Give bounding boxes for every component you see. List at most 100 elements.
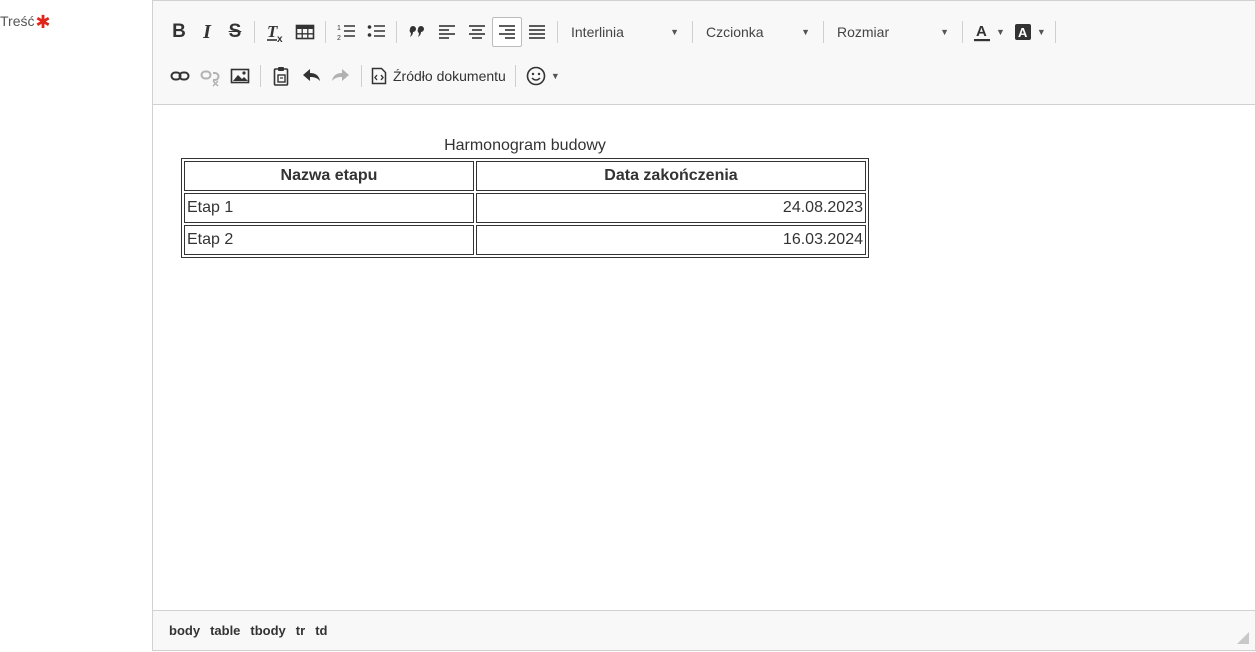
image-button[interactable] <box>225 61 255 91</box>
redo-icon <box>332 69 349 81</box>
table-icon <box>295 24 315 40</box>
strikethrough-icon: S <box>228 21 242 42</box>
line-height-label: Interlinia <box>571 24 624 40</box>
line-height-dropdown[interactable]: Interlinia ▼ <box>563 17 687 47</box>
data-table: Nazwa etapu Data zakończenia Etap 1 24.0… <box>181 158 869 258</box>
column-header[interactable]: Data zakończenia <box>476 161 866 191</box>
editor-content[interactable]: Harmonogram budowy Nazwa etapu Data zako… <box>153 106 1255 612</box>
field-label-text: Treść <box>0 13 35 29</box>
unlink-icon <box>200 70 220 87</box>
toolbar-separator <box>361 65 362 87</box>
bold-button[interactable]: B <box>165 17 193 47</box>
toolbar-separator <box>962 21 963 43</box>
align-left-icon <box>439 25 455 39</box>
svg-text:A: A <box>976 23 987 40</box>
align-right-icon <box>499 25 515 39</box>
font-label: Czcionka <box>706 24 764 40</box>
undo-button[interactable] <box>296 61 326 91</box>
source-button-label: Źródło dokumentu <box>393 68 506 84</box>
path-item-tbody[interactable]: tbody <box>250 623 285 638</box>
font-dropdown[interactable]: Czcionka ▼ <box>698 17 818 47</box>
image-icon <box>230 68 250 84</box>
toolbar-separator <box>325 21 326 43</box>
redo-button[interactable] <box>326 61 356 91</box>
align-center-button[interactable] <box>462 17 492 47</box>
element-path-bar: body table tbody tr td <box>153 610 1255 650</box>
source-button[interactable]: Źródło dokumentu <box>367 61 510 91</box>
remove-format-icon: T x <box>267 22 283 43</box>
remove-format-button[interactable]: T x <box>260 17 290 47</box>
italic-icon: I <box>203 20 211 43</box>
rich-text-editor: B I S T x 1 2 Interlinia ▼ Czcionka ▼ Ro… <box>152 0 1256 651</box>
align-left-button[interactable] <box>432 17 462 47</box>
source-code-icon <box>371 67 387 85</box>
toolbar-row-2: Źródło dokumentu ▼ <box>165 60 564 92</box>
table-row: Etap 2 16.03.2024 <box>184 225 866 255</box>
strikethrough-button[interactable]: S <box>221 17 249 47</box>
path-item-td[interactable]: td <box>315 623 327 638</box>
toolbar-separator <box>514 65 516 87</box>
justify-button[interactable] <box>522 17 552 47</box>
unlink-button[interactable] <box>195 61 225 91</box>
italic-button[interactable]: I <box>193 17 221 47</box>
justify-icon <box>529 25 545 39</box>
svg-text:x: x <box>277 34 283 43</box>
toolbar-separator <box>1054 21 1056 43</box>
schedule-table: Harmonogram budowy Nazwa etapu Data zako… <box>181 134 869 258</box>
path-item-tr[interactable]: tr <box>296 623 305 638</box>
link-icon <box>170 71 190 81</box>
background-color-icon: A <box>1014 24 1031 40</box>
table-cell[interactable]: 16.03.2024 <box>476 225 866 255</box>
table-header-row: Nazwa etapu Data zakończenia <box>184 161 866 191</box>
chevron-down-icon: ▼ <box>996 27 1005 37</box>
resize-handle-icon[interactable] <box>1237 632 1249 644</box>
text-color-button[interactable]: A ▼ <box>968 17 1009 47</box>
chevron-down-icon: ▼ <box>670 27 679 37</box>
required-mark: ✱ <box>35 12 51 32</box>
chevron-down-icon: ▼ <box>940 27 949 37</box>
table-button[interactable] <box>290 17 320 47</box>
toolbar-row-1: B I S T x 1 2 Interlinia ▼ Czcionka ▼ Ro… <box>165 16 1061 48</box>
paste-button[interactable] <box>266 61 296 91</box>
table-cell[interactable]: 24.08.2023 <box>476 193 866 223</box>
table-caption: Harmonogram budowy <box>444 137 606 154</box>
font-size-label: Rozmiar <box>837 24 890 40</box>
toolbar-separator <box>396 21 397 43</box>
table-cell[interactable]: Etap 2 <box>184 225 474 255</box>
chevron-down-icon: ▼ <box>801 27 810 37</box>
table-row: Etap 1 24.08.2023 <box>184 193 866 223</box>
path-item-table[interactable]: table <box>210 623 240 638</box>
svg-text:1: 1 <box>337 25 341 32</box>
bulleted-list-icon <box>367 25 385 37</box>
link-button[interactable] <box>165 61 195 91</box>
toolbar-separator <box>254 21 255 43</box>
toolbar-separator <box>692 21 693 43</box>
bulleted-list-button[interactable] <box>361 17 391 47</box>
chevron-down-icon: ▼ <box>1036 27 1046 37</box>
background-color-button[interactable]: A ▼ <box>1009 17 1050 47</box>
toolbar-separator <box>823 21 824 43</box>
font-size-dropdown[interactable]: Rozmiar ▼ <box>829 17 957 47</box>
align-center-icon <box>469 25 485 39</box>
numbered-list-button[interactable]: 1 2 <box>331 17 361 47</box>
toolbar-separator <box>557 21 558 43</box>
bold-icon: B <box>172 21 186 42</box>
undo-icon <box>303 69 320 81</box>
chevron-down-icon: ▼ <box>550 71 560 81</box>
text-color-icon: A <box>974 23 990 42</box>
blockquote-icon <box>409 26 424 37</box>
editor-toolbar: B I S T x 1 2 Interlinia ▼ Czcionka ▼ Ro… <box>153 1 1255 105</box>
smiley-icon <box>526 66 546 86</box>
emoji-button[interactable]: ▼ <box>521 61 564 91</box>
paste-icon <box>273 67 289 86</box>
table-cell[interactable]: Etap 1 <box>184 193 474 223</box>
svg-text:A: A <box>1018 25 1028 40</box>
field-label: Treść✱ <box>0 10 51 32</box>
svg-text:2: 2 <box>337 35 341 42</box>
blockquote-button[interactable] <box>402 17 432 47</box>
column-header[interactable]: Nazwa etapu <box>184 161 474 191</box>
path-item-body[interactable]: body <box>169 623 200 638</box>
numbered-list-icon: 1 2 <box>337 25 355 42</box>
toolbar-separator <box>260 65 261 87</box>
align-right-button[interactable] <box>492 17 522 47</box>
